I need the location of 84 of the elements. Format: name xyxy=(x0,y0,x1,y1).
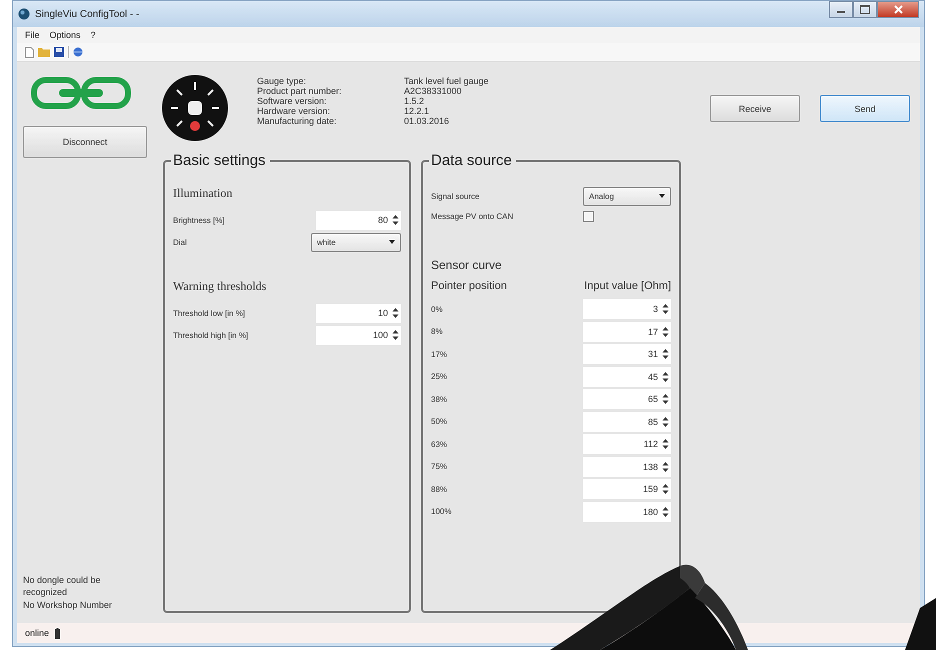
number-field[interactable]: 180 xyxy=(583,502,671,522)
app-icon xyxy=(18,8,30,20)
info-value: A2C38331000 xyxy=(404,86,463,96)
send-button[interactable]: Send xyxy=(820,95,910,122)
info-label: Gauge type: xyxy=(257,76,308,86)
chain-icon xyxy=(31,76,131,110)
status-message: No Workshop Number xyxy=(23,599,113,611)
dropdown[interactable]: Analog xyxy=(583,186,671,206)
spin-arrows-icon xyxy=(662,483,669,496)
menu-item[interactable]: File xyxy=(25,30,40,40)
globe-icon[interactable] xyxy=(73,47,83,57)
spin-arrows-icon xyxy=(662,506,669,518)
pointer-position: 8% xyxy=(431,327,443,336)
caret-icon xyxy=(389,240,395,244)
info-value: 12.2.1 xyxy=(404,106,430,116)
close-icon xyxy=(894,5,902,14)
number-field[interactable]: 3 xyxy=(583,299,671,320)
pointer-position: 50% xyxy=(431,417,448,426)
number-field[interactable]: 80 xyxy=(316,210,401,230)
status-message: No dongle could be recognized xyxy=(23,574,102,598)
close-button[interactable] xyxy=(877,1,919,18)
field-label: Threshold low [in %] xyxy=(173,308,246,318)
field-label: Message PV onto CAN xyxy=(431,212,514,220)
number-field[interactable]: 65 xyxy=(583,389,671,410)
group-heading: Illumination xyxy=(173,186,234,201)
info-value: 01.03.2016 xyxy=(404,116,450,126)
spin-arrows-icon xyxy=(662,348,669,360)
number-field[interactable]: 31 xyxy=(583,344,671,364)
info-value: 1.5.2 xyxy=(404,96,426,106)
number-field[interactable]: 112 xyxy=(583,434,671,454)
pointer-position: 88% xyxy=(431,484,448,494)
pointer-position: 0% xyxy=(431,304,443,314)
pointer-position: 25% xyxy=(431,372,448,382)
pointer-position: 75% xyxy=(431,462,448,472)
spin-arrows-icon xyxy=(662,326,669,338)
spin-arrows-icon xyxy=(662,416,669,428)
info-label: Hardware version: xyxy=(257,106,332,116)
new-file-icon[interactable] xyxy=(25,46,34,58)
spin-arrows-icon xyxy=(662,393,669,406)
spin-arrows-icon xyxy=(392,329,399,341)
spin-arrows-icon xyxy=(392,214,399,226)
spin-arrows-icon xyxy=(662,303,669,316)
field-label: Brightness [%] xyxy=(173,216,225,224)
field-label: Signal source xyxy=(431,192,480,200)
number-field[interactable]: 45 xyxy=(583,366,671,387)
number-field[interactable]: 159 xyxy=(583,479,671,500)
number-field[interactable]: 10 xyxy=(316,304,401,322)
field-label: Threshold high [in %] xyxy=(173,330,248,340)
number-field[interactable]: 85 xyxy=(583,412,671,432)
column-header: Input value [Ohm] xyxy=(584,280,671,292)
receive-button[interactable]: Receive xyxy=(710,95,800,122)
checkbox[interactable] xyxy=(583,210,594,222)
menu-item[interactable]: ? xyxy=(90,30,96,40)
number-field[interactable]: 138 xyxy=(583,456,671,477)
group-heading: Sensor curve xyxy=(431,258,503,272)
connection-status: online xyxy=(25,628,50,638)
battery-icon xyxy=(55,628,60,638)
column-header: Pointer position xyxy=(431,280,507,292)
field-label: Dial xyxy=(173,238,187,246)
spin-arrows-icon xyxy=(662,460,669,473)
pointer-position: 17% xyxy=(431,350,448,359)
menu-item[interactable]: Options xyxy=(50,30,81,40)
pointer-position: 100% xyxy=(431,507,452,516)
group-heading: Warning thresholds xyxy=(173,279,268,294)
spin-arrows-icon xyxy=(662,370,669,383)
pointer-position: 38% xyxy=(431,394,448,404)
window-title: SingleViu ConfigTool - - xyxy=(35,8,140,20)
caret-icon xyxy=(659,194,665,198)
panel-title: Basic settings xyxy=(171,152,270,169)
spin-arrows-icon xyxy=(662,438,669,450)
minimize-button[interactable] xyxy=(829,1,853,18)
save-icon[interactable] xyxy=(54,47,64,57)
dropdown[interactable]: white xyxy=(311,232,401,252)
gauge-dial-icon xyxy=(161,74,229,142)
pointer-position: 63% xyxy=(431,440,448,449)
number-field[interactable]: 100 xyxy=(316,326,401,344)
maximize-button[interactable] xyxy=(853,1,877,18)
info-label: Software version: xyxy=(257,96,328,106)
info-value: Tank level fuel gauge xyxy=(404,76,489,86)
disconnect-button[interactable]: Disconnect xyxy=(23,126,147,158)
info-label: Product part number: xyxy=(257,86,343,96)
number-field[interactable]: 17 xyxy=(583,322,671,342)
info-label: Manufacturing date: xyxy=(257,116,338,126)
spin-arrows-icon xyxy=(392,307,399,319)
